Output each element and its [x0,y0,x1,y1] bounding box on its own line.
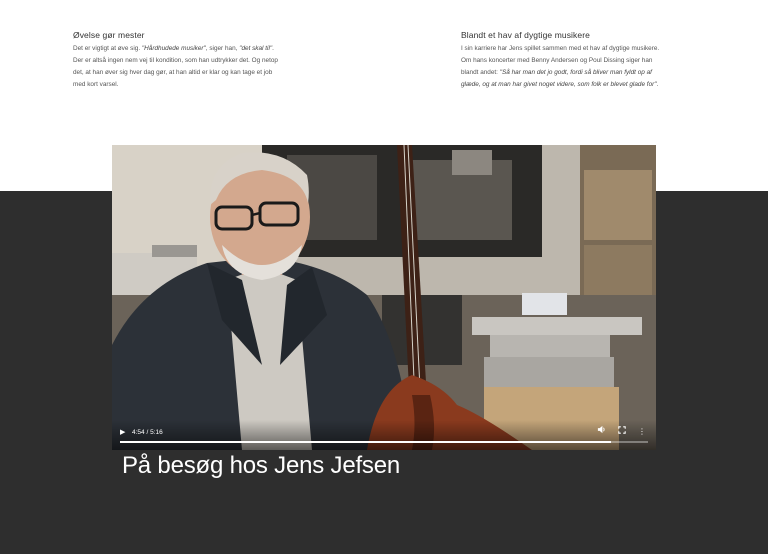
musicians-text-column: Blandt et hav af dygtige musikere I sin … [461,30,711,91]
video-title: På besøg hos Jens Jefsen [122,452,401,479]
video-controls: ▶ 4:54 / 5:16 ⋮ [112,420,656,450]
time-display: 4:54 / 5:16 [132,429,163,436]
musicians-line: I sin karriere har Jens spillet sammen m… [461,45,660,52]
fullscreen-icon[interactable] [618,426,626,437]
volume-icon[interactable] [597,425,606,437]
video-progress-bar[interactable] [120,441,648,443]
video-frame [112,145,656,450]
musicians-line: blandt andet: "Så har man det jo godt, f… [461,69,652,76]
video-player[interactable]: ▶ 4:54 / 5:16 ⋮ [112,145,656,450]
more-options-icon[interactable]: ⋮ [638,427,646,437]
practice-text-column: Øvelse gør mester Det er vigtigt at øve … [73,30,313,91]
musicians-heading: Blandt et hav af dygtige musikere [461,30,590,40]
practice-paragraph: Det er vigtigt at øve sig. "Hårdhudede m… [73,43,313,91]
musicians-line: glæde, og at man har givet noget videre,… [461,81,659,88]
practice-line: med kort varsel. [73,81,119,88]
video-progress-fill [120,441,612,443]
practice-line: Der er altså ingen nem vej til kondition… [73,57,278,64]
musicians-line: Om hans koncerter med Benny Andersen og … [461,57,653,64]
practice-line: Det er vigtigt at øve sig. "Hårdhudede m… [73,45,274,52]
play-icon[interactable]: ▶ [120,427,125,437]
musicians-paragraph: I sin karriere har Jens spillet sammen m… [461,43,711,91]
practice-line: det, at han øver sig hver dag gør, at ha… [73,69,273,76]
practice-heading: Øvelse gør mester [73,30,145,40]
